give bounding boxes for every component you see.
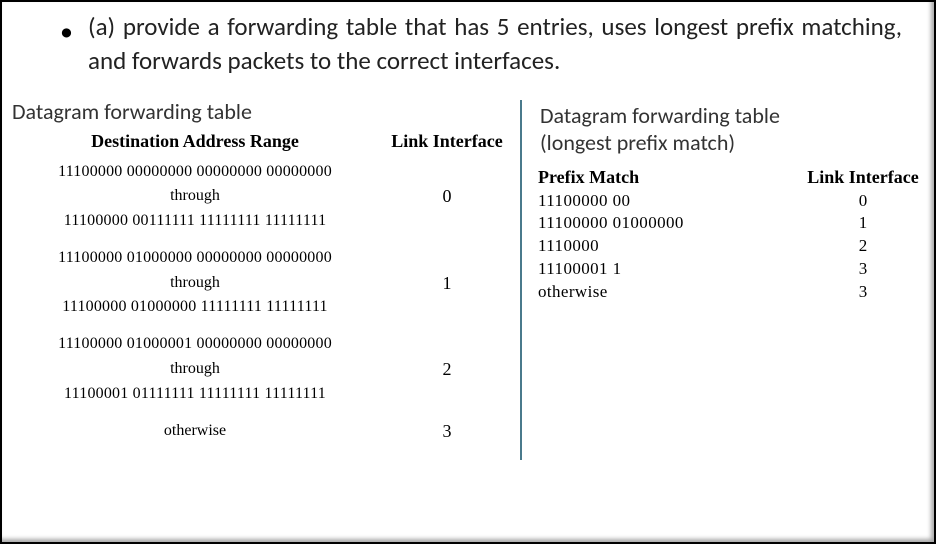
tables-row: Datagram forwarding table Destination Ad… (2, 82, 934, 476)
range-from: 11100000 00000000 00000000 00000000 (8, 160, 382, 185)
prefix-value: 1110000 (536, 235, 798, 258)
prefix-value: 11100000 00 (536, 190, 798, 213)
right-table-caption: Datagram forwarding table (longest prefi… (540, 102, 928, 157)
table-row: 11100000 00 0 (536, 190, 928, 213)
interface-value: 2 (382, 359, 512, 380)
range-to: 11100000 00111111 11111111 11111111 (8, 209, 382, 234)
interface-value: 3 (798, 281, 928, 304)
interface-value: 1 (798, 212, 928, 235)
interface-value: 0 (382, 186, 512, 207)
right-caption-line2: (longest prefix match) (540, 129, 735, 156)
table-row: 11100000 01000000 1 (536, 212, 928, 235)
left-table-headers: Destination Address Range Link Interface (8, 131, 512, 152)
interface-value: 0 (798, 190, 928, 213)
range-to: 11100001 01111111 11111111 11111111 (8, 382, 382, 407)
left-column: Datagram forwarding table Destination Ad… (8, 96, 520, 476)
question-text: (a) provide a forwarding table that has … (88, 11, 902, 76)
range-from: 11100000 01000000 00000000 00000000 (8, 246, 382, 271)
header-prefix-match: Prefix Match (536, 167, 798, 188)
right-table-headers: Prefix Match Link Interface (536, 167, 928, 188)
address-range: 11100000 00000000 00000000 00000000 thro… (8, 160, 382, 234)
table-row: otherwise 3 (536, 281, 928, 304)
right-caption-line1: Datagram forwarding table (540, 102, 780, 129)
interface-value: 3 (382, 421, 512, 442)
otherwise-label: otherwise (8, 419, 382, 444)
table-row: 11100000 01000001 00000000 00000000 thro… (8, 332, 512, 406)
through-label: through (8, 184, 382, 209)
left-table-caption: Datagram forwarding table (12, 98, 512, 125)
question-block: • (a) provide a forwarding table that ha… (2, 2, 934, 82)
through-label: through (8, 357, 382, 382)
header-link-interface: Link Interface (382, 131, 512, 152)
prefix-value: 11100001 1 (536, 258, 798, 281)
interface-value: 2 (798, 235, 928, 258)
range-from: 11100000 01000001 00000000 00000000 (8, 332, 382, 357)
table-row-otherwise: otherwise 3 (8, 419, 512, 444)
interface-value: 3 (798, 258, 928, 281)
address-range: 11100000 01000001 00000000 00000000 thro… (8, 332, 382, 406)
header-dest-addr-range: Destination Address Range (8, 131, 382, 152)
address-range: 11100000 01000000 00000000 00000000 thro… (8, 246, 382, 320)
slide: • (a) provide a forwarding table that ha… (0, 0, 936, 544)
table-row: 11100000 00000000 00000000 00000000 thro… (8, 160, 512, 234)
prefix-value: otherwise (536, 281, 798, 304)
right-column: Datagram forwarding table (longest prefi… (522, 96, 928, 476)
table-row: 11100001 1 3 (536, 258, 928, 281)
bullet-icon: • (60, 18, 73, 44)
through-label: through (8, 271, 382, 296)
table-row: 1110000 2 (536, 235, 928, 258)
table-row: 11100000 01000000 00000000 00000000 thro… (8, 246, 512, 320)
interface-value: 1 (382, 273, 512, 294)
range-to: 11100000 01000000 11111111 11111111 (8, 295, 382, 320)
otherwise-text: otherwise (164, 422, 226, 439)
header-link-interface: Link Interface (798, 167, 928, 188)
prefix-value: 11100000 01000000 (536, 212, 798, 235)
